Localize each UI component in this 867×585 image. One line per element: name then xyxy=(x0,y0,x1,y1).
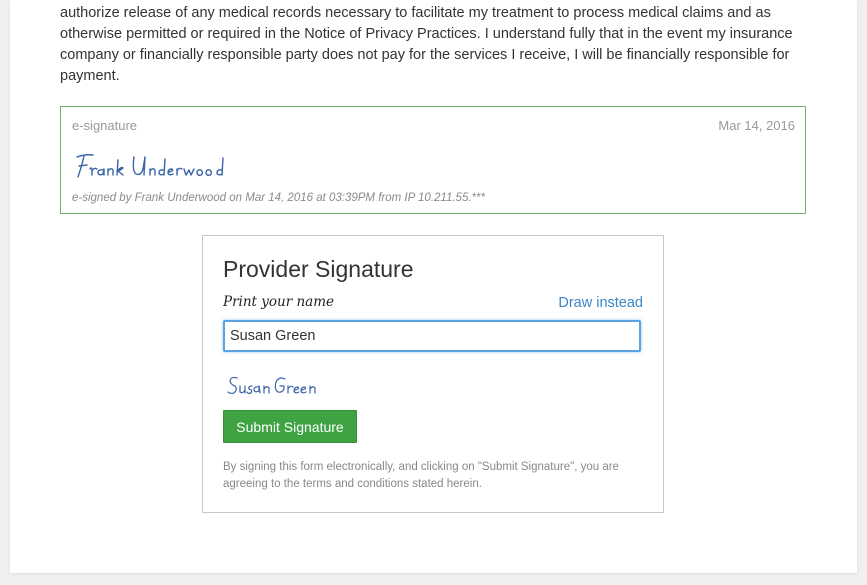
provider-signature-panel: Provider Signature Print your name Draw … xyxy=(202,235,664,513)
patient-signature-image xyxy=(76,154,224,178)
name-input[interactable] xyxy=(223,320,641,352)
patient-esignature-box: e-signature Mar 14, 2016 e-signed by Fra… xyxy=(60,106,806,214)
print-name-label: Print your name xyxy=(223,294,334,310)
panel-title: Provider Signature xyxy=(223,256,414,282)
signature-preview xyxy=(227,376,316,394)
submit-signature-button[interactable]: Submit Signature xyxy=(223,410,357,443)
esignature-date: Mar 14, 2016 xyxy=(718,118,795,133)
consent-text: authorize release of any medical records… xyxy=(60,5,793,84)
esignature-label: e-signature xyxy=(72,118,138,133)
draw-instead-link[interactable]: Draw instead xyxy=(558,295,643,311)
signing-disclaimer: By signing this form electronically, and… xyxy=(223,461,619,490)
esignature-note: e-signed by Frank Underwood on Mar 14, 2… xyxy=(72,192,485,204)
document-page: authorize release of any medical records… xyxy=(10,0,857,573)
